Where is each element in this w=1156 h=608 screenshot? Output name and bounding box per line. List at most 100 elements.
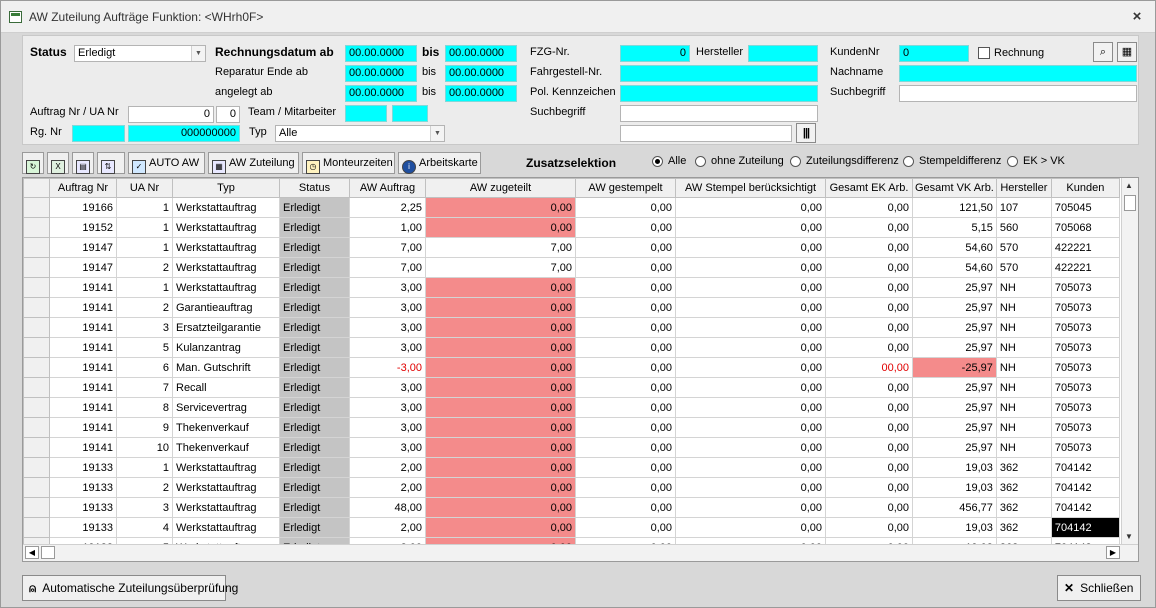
table-cell[interactable]: 705073: [1050, 417, 1120, 438]
table-cell[interactable]: 0,00: [675, 357, 826, 378]
table-cell[interactable]: 19133: [49, 517, 117, 538]
barcode-button[interactable]: |||: [796, 123, 816, 143]
table-cell[interactable]: 0,00: [675, 397, 826, 418]
table-cell[interactable]: 0,00: [825, 317, 913, 338]
table-cell[interactable]: 0,00: [675, 497, 826, 518]
table-cell[interactable]: Thekenverkauf: [172, 417, 280, 438]
table-cell[interactable]: 0,00: [825, 477, 913, 498]
table-cell[interactable]: 0,00: [575, 397, 676, 418]
table-cell[interactable]: 25,97: [912, 397, 997, 418]
table-row[interactable]: 19147 2 Werkstattauftrag Erledigt 7,00 7,00 0,…: [23, 257, 1120, 278]
row-selector[interactable]: [23, 477, 50, 498]
table-cell[interactable]: 8: [116, 397, 173, 418]
scroll-down-icon[interactable]: ▼: [1125, 532, 1133, 541]
table-cell[interactable]: 25,97: [912, 317, 997, 338]
column-header[interactable]: AW gestempelt: [575, 178, 676, 198]
table-row[interactable]: 19141 9 Thekenverkauf Erledigt 3,00 0,00 0,00 0…: [23, 417, 1120, 438]
table-cell[interactable]: Erledigt: [279, 437, 350, 458]
rechnung-checkbox[interactable]: [978, 47, 990, 59]
table-cell[interactable]: 54,60: [912, 237, 997, 258]
table-cell[interactable]: NH: [995, 377, 1052, 398]
table-cell[interactable]: 7: [116, 377, 173, 398]
table-cell[interactable]: NH: [995, 297, 1052, 318]
table-cell[interactable]: 0,00: [825, 217, 913, 238]
fzg-input[interactable]: 0: [620, 45, 690, 62]
table-cell[interactable]: 00,00: [825, 357, 913, 378]
table-cell[interactable]: NH: [995, 437, 1052, 458]
table-cell[interactable]: 6: [116, 357, 173, 378]
arbeitskarte-button[interactable]: i Arbeitskarte: [398, 152, 481, 174]
row-selector[interactable]: [23, 317, 50, 338]
table-cell[interactable]: 19141: [49, 377, 117, 398]
table-cell[interactable]: Erledigt: [279, 377, 350, 398]
table-cell[interactable]: 19,03: [912, 477, 997, 498]
table-cell[interactable]: 0,00: [575, 357, 676, 378]
reparatur-from-input[interactable]: 00.00.0000: [345, 65, 417, 82]
table-cell[interactable]: 25,97: [912, 277, 997, 298]
table-row[interactable]: 19166 1 Werkstattauftrag Erledigt 2,25 0,00 0,…: [23, 197, 1120, 218]
table-cell[interactable]: Werkstattauftrag: [172, 517, 280, 538]
table-cell[interactable]: 107: [995, 197, 1052, 218]
table-cell[interactable]: Erledigt: [279, 517, 350, 538]
table-cell[interactable]: NH: [995, 397, 1052, 418]
table-row[interactable]: 19141 5 Kulanzantrag Erledigt 3,00 0,00 0,00 0,…: [23, 337, 1120, 358]
suchbegriff2-input[interactable]: [899, 85, 1137, 102]
table-cell[interactable]: 0,00: [425, 297, 576, 318]
table-cell[interactable]: 1,00: [349, 217, 426, 238]
table-row[interactable]: 19141 8 Servicevertrag Erledigt 3,00 0,00 0,00…: [23, 397, 1120, 418]
row-selector[interactable]: [23, 417, 50, 438]
table-cell[interactable]: Werkstattauftrag: [172, 477, 280, 498]
aw-zuteilung-button[interactable]: ▦ AW Zuteilung: [208, 152, 299, 174]
table-cell[interactable]: 25,97: [912, 297, 997, 318]
table-cell[interactable]: 0,00: [575, 277, 676, 298]
table-cell[interactable]: Erledigt: [279, 277, 350, 298]
table-cell[interactable]: 7,00: [425, 237, 576, 258]
table-cell[interactable]: NH: [995, 337, 1052, 358]
table-cell[interactable]: 2,25: [349, 197, 426, 218]
column-header[interactable]: Gesamt EK Arb.: [825, 178, 913, 198]
table-cell[interactable]: 0,00: [675, 377, 826, 398]
table-cell[interactable]: 25,97: [912, 377, 997, 398]
table-row[interactable]: 19141 7 Recall Erledigt 3,00 0,00 0,00 0,00 0,00…: [23, 377, 1120, 398]
table-cell[interactable]: 3,00: [349, 397, 426, 418]
table-cell[interactable]: 0,00: [425, 497, 576, 518]
column-header[interactable]: Hersteller: [995, 178, 1052, 198]
row-selector[interactable]: [23, 237, 50, 258]
table-cell[interactable]: 2,00: [349, 517, 426, 538]
table-cell[interactable]: 0,00: [675, 437, 826, 458]
rg-prefix-input[interactable]: [72, 125, 125, 142]
table-cell[interactable]: 0,00: [575, 257, 676, 278]
table-cell[interactable]: 7,00: [349, 237, 426, 258]
radio-ek-vk[interactable]: [1007, 156, 1018, 167]
table-cell[interactable]: 4: [116, 517, 173, 538]
table-cell[interactable]: 3: [116, 497, 173, 518]
column-header[interactable]: AW Auftrag: [349, 178, 426, 198]
table-cell[interactable]: 0,00: [675, 217, 826, 238]
table-row[interactable]: 19147 1 Werkstattauftrag Erledigt 7,00 7,00 0,…: [23, 237, 1120, 258]
scroll-left-icon[interactable]: ◀: [25, 546, 39, 559]
table-cell[interactable]: 0,00: [575, 217, 676, 238]
refresh-button[interactable]: ↻: [22, 152, 44, 174]
radio-alle[interactable]: [652, 156, 663, 167]
table-cell[interactable]: Ersatzteilgarantie: [172, 317, 280, 338]
table-cell[interactable]: 25,97: [912, 337, 997, 358]
row-selector[interactable]: [23, 497, 50, 518]
table-cell[interactable]: 3,00: [349, 417, 426, 438]
table-cell[interactable]: 0,00: [575, 317, 676, 338]
table-cell[interactable]: 0,00: [425, 197, 576, 218]
barcode-input[interactable]: [620, 125, 792, 142]
table-cell[interactable]: 705073: [1050, 437, 1120, 458]
table-cell[interactable]: 3,00: [349, 317, 426, 338]
close-button[interactable]: ✕ Schließen: [1057, 575, 1141, 601]
table-cell[interactable]: 7,00: [349, 257, 426, 278]
table-cell[interactable]: 422221: [1050, 237, 1120, 258]
table-cell[interactable]: 3,00: [349, 377, 426, 398]
table-cell[interactable]: -3,00: [349, 357, 426, 378]
table-row[interactable]: 19141 6 Man. Gutschrift Erledigt -3,00 0,00 0,…: [23, 357, 1120, 378]
column-header[interactable]: Gesamt VK Arb.: [912, 178, 997, 198]
table-cell[interactable]: 705073: [1050, 337, 1120, 358]
table-cell[interactable]: 0,00: [425, 457, 576, 478]
table-cell[interactable]: 2: [116, 297, 173, 318]
table-cell[interactable]: 0,00: [675, 197, 826, 218]
table-cell[interactable]: 19141: [49, 277, 117, 298]
